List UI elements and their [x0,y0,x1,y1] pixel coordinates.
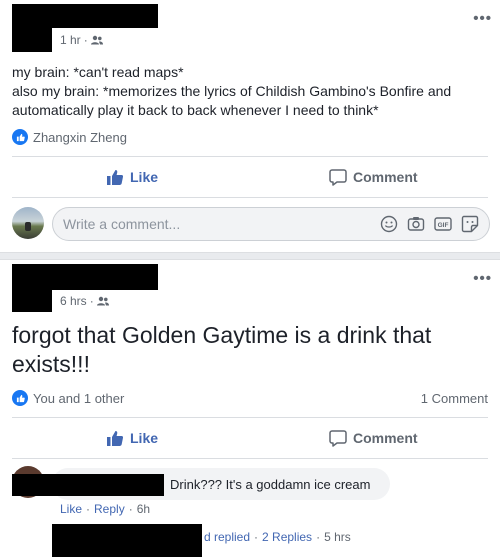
comment-input[interactable] [63,214,363,234]
divider [12,197,488,198]
comment-reply-link[interactable]: Reply [94,502,125,516]
like-label: Like [130,430,159,446]
replies-summary: d replied · 2 Replies · 5 hrs [204,530,351,544]
divider [12,156,488,157]
redacted-replier [52,524,202,557]
comment-label: Comment [353,430,418,446]
more-options-icon[interactable]: ••• [473,271,492,286]
reaction-summary[interactable]: Zhangxin Zheng [12,129,127,145]
redacted-commenter-name [12,474,164,496]
divider [12,458,488,459]
comment-composer[interactable]: GIF [52,207,490,241]
post-body: forgot that Golden Gaytime is a drink th… [12,321,482,379]
like-button[interactable]: Like [106,168,158,186]
reaction-names: You and 1 other [33,390,125,406]
post-body: my brain: *can't read maps* also my brai… [12,63,492,120]
comment-button[interactable]: Comment [329,168,418,186]
comment-like-link[interactable]: Like [60,502,82,516]
comment-actions: Like · Reply · 6h [60,502,151,516]
replied-text[interactable]: d replied [204,530,250,544]
post-meta: 1 hr · [60,33,103,47]
reaction-summary[interactable]: You and 1 other [12,390,124,406]
like-button[interactable]: Like [106,429,158,447]
post-body-line: my brain: *can't read maps* [12,64,184,80]
post-separator [0,252,500,260]
avatar[interactable] [12,207,44,239]
post-body-line: forgot that Golden Gaytime is a drink th… [12,322,432,348]
comment-time[interactable]: 6h [137,502,150,516]
divider [12,417,488,418]
post-card: ••• 1 hr · my brain: *can't read maps* a… [0,0,500,252]
friends-audience-icon[interactable] [90,35,103,45]
comment-text: Drink??? It's a goddamn ice cream [170,477,371,492]
post-body-line: exists!!! [12,351,90,377]
reaction-names: Zhangxin Zheng [33,129,127,145]
redacted-avatar [12,22,52,52]
thumbs-up-icon [107,170,124,185]
emoji-icon[interactable] [380,215,398,233]
redacted-avatar [12,282,52,312]
gif-icon[interactable]: GIF [434,215,452,233]
comment-icon [329,169,347,186]
thumbs-up-icon [107,431,124,446]
post-timestamp[interactable]: 6 hrs [60,294,87,308]
post-body-line: also my brain: *memorizes the lyrics of … [12,83,452,99]
view-replies-link[interactable]: 2 Replies [262,530,312,544]
like-reaction-icon [12,129,28,145]
more-options-icon[interactable]: ••• [473,11,492,26]
post-body-line: automatically play it back to back whene… [12,102,379,118]
like-label: Like [130,169,159,185]
replies-time: 5 hrs [324,530,351,544]
like-reaction-icon [12,390,28,406]
comment-icon [329,430,347,447]
comment-label: Comment [353,169,418,185]
comment-count[interactable]: 1 Comment [421,391,488,406]
post-timestamp[interactable]: 1 hr [60,33,81,47]
svg-text:GIF: GIF [438,222,449,229]
sticker-icon[interactable] [461,215,479,233]
friends-audience-icon[interactable] [96,296,109,306]
camera-icon[interactable] [407,215,425,233]
comment-button[interactable]: Comment [329,429,418,447]
post-meta: 6 hrs · [60,294,109,308]
